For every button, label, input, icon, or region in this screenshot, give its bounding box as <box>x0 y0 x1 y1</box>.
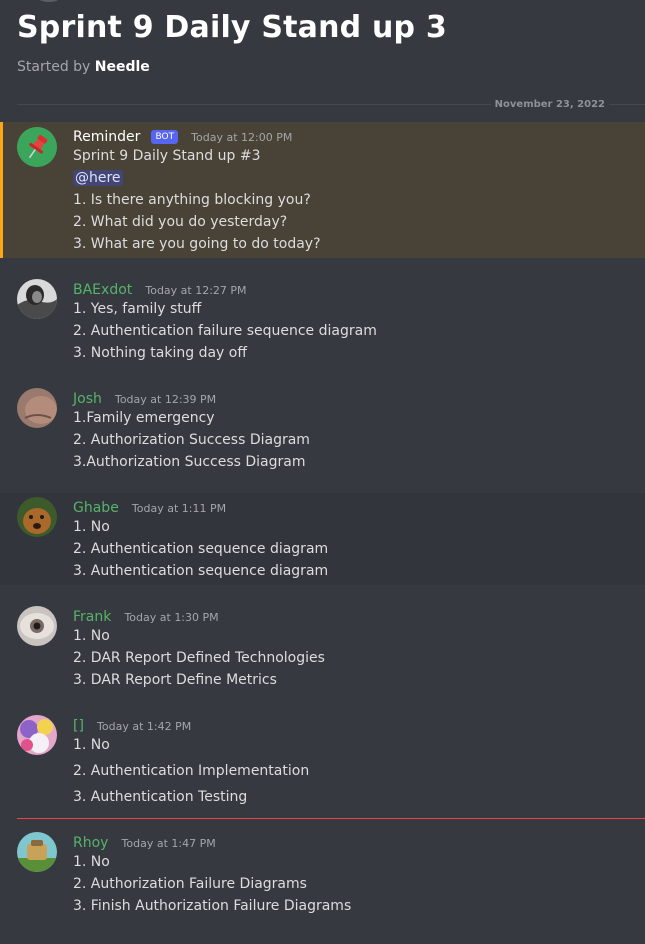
user-photo <box>17 715 57 755</box>
message-line: 1. No <box>73 854 110 870</box>
message-line: 1. Yes, family stuff <box>73 301 202 317</box>
timestamp[interactable]: Today at 12:00 PM <box>191 131 292 144</box>
message-line: 3. DAR Report Define Metrics <box>73 672 277 688</box>
message-line: 2. Authentication failure sequence diagr… <box>73 323 377 339</box>
message-line: 3. Finish Authorization Failure Diagrams <box>73 898 352 914</box>
bot-tag: BOT <box>151 130 179 144</box>
avatar[interactable] <box>17 715 57 755</box>
avatar[interactable] <box>17 832 57 872</box>
pushpin-icon <box>17 127 57 167</box>
username[interactable]: Reminder <box>73 129 140 145</box>
message-line: 2. Authorization Failure Diagrams <box>73 876 307 892</box>
user-photo <box>17 497 57 537</box>
user-photo <box>17 606 57 646</box>
user-photo <box>17 279 57 319</box>
thread-header: Sprint 9 Daily Stand up 3 Started by Nee… <box>0 0 645 100</box>
timestamp[interactable]: Today at 1:11 PM <box>132 502 226 515</box>
message-header: [] Today at 1:42 PM <box>73 715 191 734</box>
username[interactable]: Frank <box>73 609 111 625</box>
username[interactable]: Rhoy <box>73 835 108 851</box>
divider-line <box>611 104 633 105</box>
message-ghabe[interactable]: Ghabe Today at 1:11 PM 1. No 2. Authenti… <box>0 493 645 585</box>
message-baexdot[interactable]: BAExdot Today at 12:27 PM 1. Yes, family… <box>0 275 645 367</box>
message-line: 3. What are you going to do today? <box>73 236 321 252</box>
avatar[interactable] <box>17 606 57 646</box>
message-brackets[interactable]: [] Today at 1:42 PM 1. No 2. Authenticat… <box>0 711 645 811</box>
message-line: 1. Is there anything blocking you? <box>73 192 311 208</box>
message-header: Ghabe Today at 1:11 PM <box>73 497 226 516</box>
date-divider: November 23, 2022 <box>17 97 645 113</box>
started-by-label: Started by <box>17 59 91 75</box>
message-line: 2. What did you do yesterday? <box>73 214 288 230</box>
thread-author[interactable]: Needle <box>95 59 150 75</box>
message-line: 1. No <box>73 628 110 644</box>
message-line: @here <box>73 170 123 186</box>
message-line: 1. No <box>73 519 110 535</box>
new-messages-divider <box>17 818 645 819</box>
user-photo <box>17 832 57 872</box>
message-line: 2. Authentication sequence diagram <box>73 541 329 557</box>
message-rhoy[interactable]: Rhoy Today at 1:47 PM 1. No 2. Authoriza… <box>0 828 645 920</box>
timestamp[interactable]: Today at 1:47 PM <box>122 837 216 850</box>
message-line: 3. Authentication sequence diagram <box>73 563 329 579</box>
avatar[interactable] <box>17 388 57 428</box>
message-line: Sprint 9 Daily Stand up #3 <box>73 148 261 164</box>
message-josh[interactable]: Josh Today at 12:39 PM 1.Family emergenc… <box>0 384 645 476</box>
message-line: 3. Authentication Testing <box>73 789 248 805</box>
message-line: 3. Nothing taking day off <box>73 345 247 361</box>
timestamp[interactable]: Today at 1:30 PM <box>124 611 218 624</box>
username[interactable]: Josh <box>73 391 102 407</box>
message-line: 2. DAR Report Defined Technologies <box>73 650 325 666</box>
here-mention[interactable]: @here <box>73 170 123 186</box>
message-line: 2. Authentication Implementation <box>73 763 310 779</box>
date-divider-label: November 23, 2022 <box>490 97 609 113</box>
username[interactable]: Ghabe <box>73 500 119 516</box>
message-header: BAExdot Today at 12:27 PM <box>73 279 247 298</box>
message-header: Frank Today at 1:30 PM <box>73 606 219 625</box>
message-line: 1.Family emergency <box>73 410 215 426</box>
avatar[interactable] <box>17 279 57 319</box>
timestamp[interactable]: Today at 12:27 PM <box>145 284 246 297</box>
message-line: 2. Authorization Success Diagram <box>73 432 310 448</box>
username[interactable]: [] <box>73 718 84 734</box>
timestamp[interactable]: Today at 1:42 PM <box>97 720 191 733</box>
username[interactable]: BAExdot <box>73 282 132 298</box>
message-frank[interactable]: Frank Today at 1:30 PM 1. No 2. DAR Repo… <box>0 602 645 694</box>
thread-title: Sprint 9 Daily Stand up 3 <box>17 10 447 45</box>
avatar[interactable] <box>33 0 65 2</box>
avatar[interactable] <box>17 497 57 537</box>
message-line: 1. No <box>73 737 110 753</box>
message-header: Josh Today at 12:39 PM <box>73 388 216 407</box>
message-line: 3.Authorization Success Diagram <box>73 454 306 470</box>
message-header: Reminder BOT Today at 12:00 PM <box>73 126 292 145</box>
message-header: Rhoy Today at 1:47 PM <box>73 832 216 851</box>
message-reminder[interactable]: Reminder BOT Today at 12:00 PM Sprint 9 … <box>0 122 645 258</box>
avatar[interactable] <box>17 127 57 167</box>
user-photo <box>17 388 57 428</box>
started-by: Started by Needle <box>17 59 150 75</box>
timestamp[interactable]: Today at 12:39 PM <box>115 393 216 406</box>
